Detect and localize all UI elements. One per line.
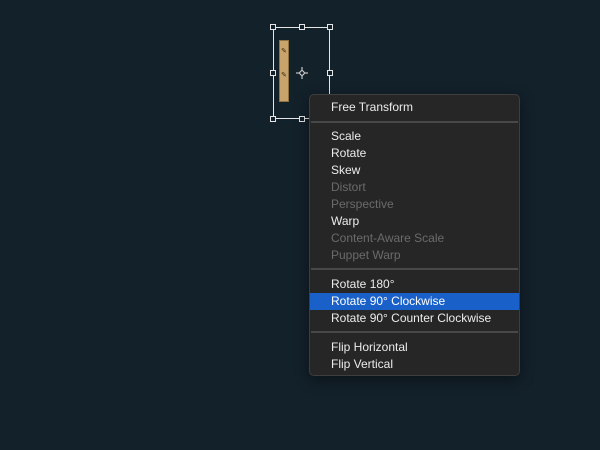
transform-handle-middle-left[interactable] bbox=[270, 70, 276, 76]
menu-item-puppet-warp: Puppet Warp bbox=[331, 248, 401, 262]
transform-handle-middle-right[interactable] bbox=[327, 70, 333, 76]
transform-context-menu: Free Transform Scale Rotate Skew Distort… bbox=[309, 94, 520, 376]
menu-separator bbox=[311, 121, 518, 123]
menu-item-flip-horizontal[interactable]: Flip Horizontal bbox=[310, 339, 519, 356]
transform-handle-top-left[interactable] bbox=[270, 24, 276, 30]
transform-handle-top-center[interactable] bbox=[299, 24, 305, 30]
transform-handle-top-right[interactable] bbox=[327, 24, 333, 30]
document-canvas[interactable]: ✎ ✎ Free Transform Scale Rotate Skew Dis… bbox=[0, 0, 600, 450]
menu-item-perspective: Perspective bbox=[331, 197, 394, 211]
menu-item-distort: Distort bbox=[331, 180, 366, 194]
menu-item-flip-vertical[interactable]: Flip Vertical bbox=[310, 356, 519, 373]
transform-handle-bottom-left[interactable] bbox=[270, 116, 276, 122]
menu-item-rotate-90-counter-clockwise[interactable]: Rotate 90° Counter Clockwise bbox=[310, 310, 519, 327]
crosshair-pivot-icon[interactable] bbox=[296, 67, 308, 79]
menu-item-rotate-90-clockwise[interactable]: Rotate 90° Clockwise bbox=[310, 293, 519, 310]
menu-separator bbox=[311, 268, 518, 270]
menu-item-skew[interactable]: Skew bbox=[310, 162, 519, 179]
menu-item-content-aware-scale: Content-Aware Scale bbox=[331, 231, 445, 245]
menu-item-free-transform[interactable]: Free Transform bbox=[310, 99, 519, 116]
transform-handle-bottom-center[interactable] bbox=[299, 116, 305, 122]
menu-item-warp[interactable]: Warp bbox=[310, 213, 519, 230]
menu-item-rotate-180[interactable]: Rotate 180° bbox=[310, 276, 519, 293]
menu-item-rotate[interactable]: Rotate bbox=[310, 145, 519, 162]
menu-item-scale[interactable]: Scale bbox=[310, 128, 519, 145]
menu-separator bbox=[311, 331, 518, 333]
